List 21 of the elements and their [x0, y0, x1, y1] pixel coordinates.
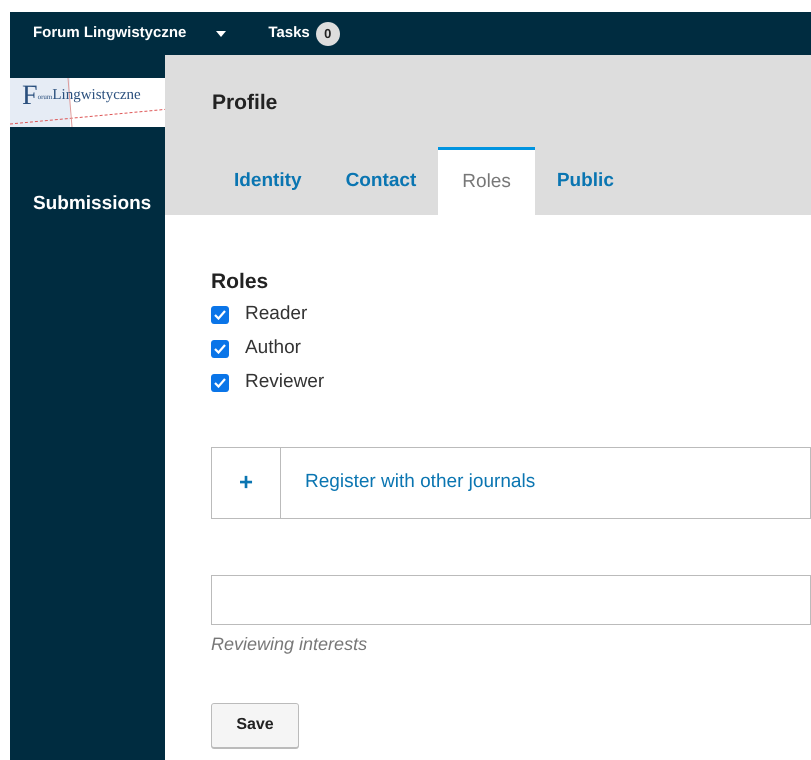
- checkbox-label: Author: [245, 336, 301, 360]
- page-title: Profile: [212, 90, 278, 116]
- checkbox-label: Reader: [245, 302, 308, 326]
- tab[interactable]: Contact: [324, 147, 438, 215]
- field-hint: Reviewing interests: [211, 632, 368, 656]
- checkbox[interactable]: [211, 340, 229, 358]
- save-button[interactable]: Save: [211, 702, 299, 748]
- checkbox[interactable]: [211, 306, 229, 324]
- input-field[interactable]: [211, 574, 811, 624]
- checkbox-label: Reviewer: [245, 370, 324, 394]
- caret-icon: [216, 30, 226, 36]
- tasks-button[interactable]: Tasks: [268, 22, 310, 45]
- tab[interactable]: Roles: [438, 147, 535, 215]
- tasks-count-badge: 0: [316, 22, 340, 46]
- register-journals-panel[interactable]: + Register with other journals: [211, 446, 811, 518]
- sidebar-link[interactable]: Submissions: [33, 190, 165, 218]
- tab[interactable]: Public: [534, 147, 636, 215]
- checkbox[interactable]: [211, 374, 229, 392]
- tab[interactable]: Identity: [212, 147, 324, 215]
- site-menu-button[interactable]: Forum Lingwistyczne: [33, 22, 226, 45]
- section-heading: Roles: [211, 269, 270, 295]
